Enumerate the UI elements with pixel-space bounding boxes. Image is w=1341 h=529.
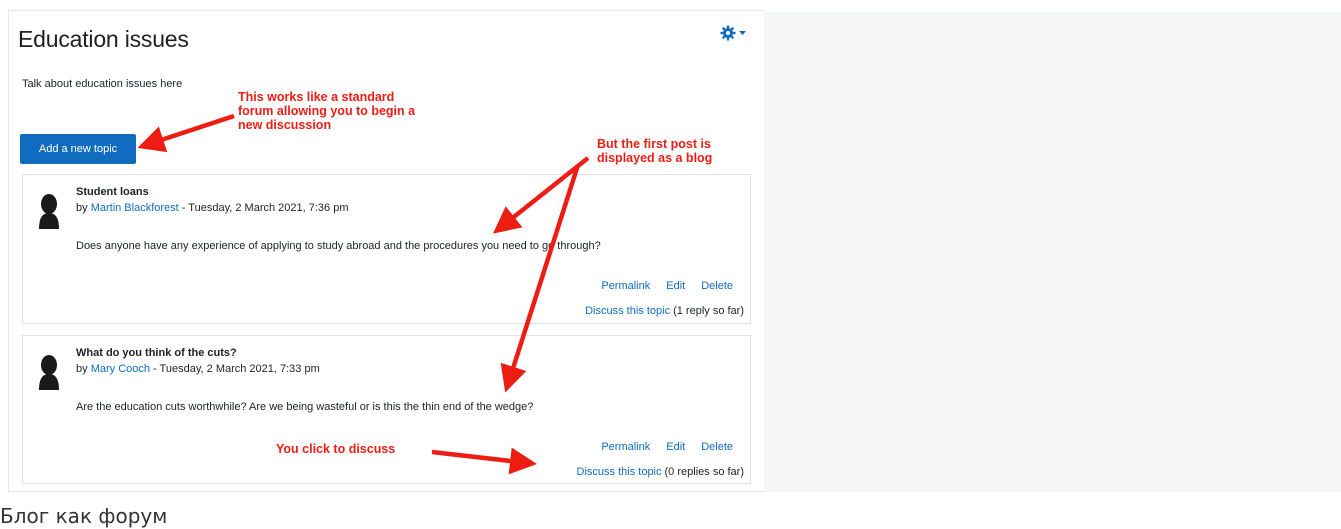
discuss-topic-link[interactable]: Discuss this topic bbox=[585, 305, 670, 317]
user-avatar-icon bbox=[39, 194, 59, 229]
post-byline: by Mary Cooch - Tuesday, 2 March 2021, 7… bbox=[76, 363, 320, 375]
delete-link[interactable]: Delete bbox=[701, 280, 733, 292]
discuss-topic-link[interactable]: Discuss this topic bbox=[577, 466, 662, 478]
post-body: Are the education cuts worthwhile? Are w… bbox=[76, 401, 534, 413]
settings-menu-button[interactable] bbox=[720, 22, 760, 44]
permalink-link[interactable]: Permalink bbox=[601, 441, 650, 453]
edit-link[interactable]: Edit bbox=[666, 441, 685, 453]
author-link[interactable]: Martin Blackforest bbox=[91, 202, 179, 214]
post-body: Does anyone have any experience of apply… bbox=[76, 240, 601, 252]
chevron-down-icon bbox=[739, 30, 746, 35]
forum-intro: Talk about education issues here bbox=[22, 78, 183, 90]
post-title: What do you think of the cuts? bbox=[76, 347, 237, 359]
post-title: Student loans bbox=[76, 186, 149, 198]
gear-icon bbox=[720, 25, 736, 41]
blog-post: What do you think of the cuts? by Mary C… bbox=[22, 335, 751, 484]
annotation-blog-note: But the first post is displayed as a blo… bbox=[597, 137, 713, 165]
delete-link[interactable]: Delete bbox=[701, 441, 733, 453]
figure-caption: Блог как форум bbox=[0, 504, 168, 528]
annotation-forum-note: This works like a standard forum allowin… bbox=[238, 90, 416, 132]
add-topic-button[interactable]: Add a new topic bbox=[20, 134, 136, 164]
discuss-row: Discuss this topic (1 reply so far) bbox=[585, 305, 744, 317]
blog-post: Student loans by Martin Blackforest - Tu… bbox=[22, 174, 751, 324]
post-actions: Permalink Edit Delete bbox=[601, 280, 733, 292]
reply-count: (0 replies so far) bbox=[664, 466, 744, 478]
permalink-link[interactable]: Permalink bbox=[601, 280, 650, 292]
discuss-row: Discuss this topic (0 replies so far) bbox=[577, 466, 744, 478]
user-avatar-icon bbox=[39, 355, 59, 390]
post-byline: by Martin Blackforest - Tuesday, 2 March… bbox=[76, 202, 349, 214]
right-side-panel bbox=[764, 12, 1341, 492]
page-title: Education issues bbox=[18, 26, 189, 52]
reply-count: (1 reply so far) bbox=[673, 305, 744, 317]
annotation-discuss-note: You click to discuss bbox=[276, 442, 396, 456]
edit-link[interactable]: Edit bbox=[666, 280, 685, 292]
post-actions: Permalink Edit Delete bbox=[601, 441, 733, 453]
author-link[interactable]: Mary Cooch bbox=[91, 363, 150, 375]
